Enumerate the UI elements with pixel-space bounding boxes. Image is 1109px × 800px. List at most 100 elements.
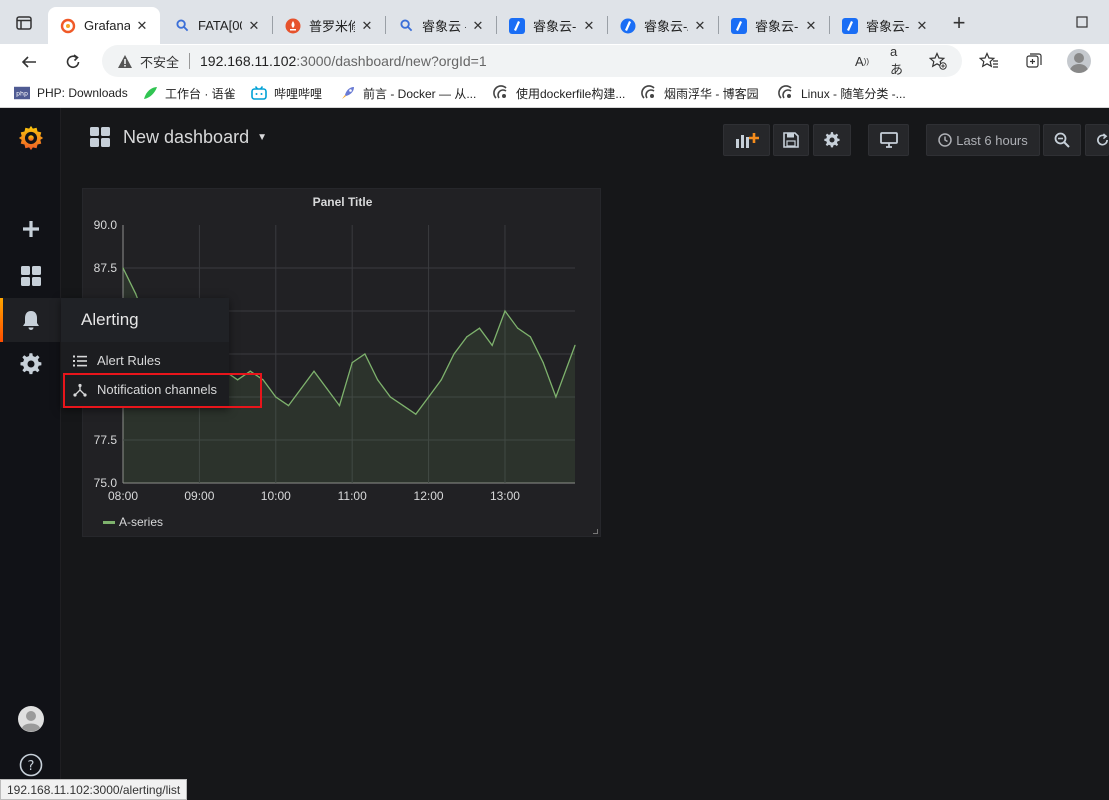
data-point bbox=[466, 336, 468, 338]
tab-title: Grafana bbox=[84, 18, 130, 33]
close-icon[interactable]: ✕ bbox=[134, 18, 150, 34]
refresh-button[interactable] bbox=[60, 49, 86, 75]
favorites-icon[interactable] bbox=[977, 49, 1001, 73]
bookmark-php[interactable]: php PHP: Downloads bbox=[14, 84, 128, 102]
data-point bbox=[440, 379, 442, 381]
tab-ruixiang-3[interactable]: 睿象云- ✕ bbox=[719, 7, 829, 44]
alerting-menu-header[interactable]: Alerting bbox=[61, 298, 229, 342]
close-icon[interactable]: ✕ bbox=[470, 18, 486, 34]
maximize-button[interactable] bbox=[1070, 10, 1094, 34]
legend-item[interactable]: A-series bbox=[103, 515, 163, 529]
tab-actions-icon[interactable] bbox=[12, 11, 36, 35]
svg-text:php: php bbox=[16, 91, 28, 98]
translate-icon[interactable]: aあ bbox=[890, 44, 910, 77]
close-icon[interactable]: ✕ bbox=[359, 18, 375, 34]
tab-grafana[interactable]: Grafana ✕ bbox=[48, 7, 160, 44]
warning-icon bbox=[116, 54, 134, 69]
yuque-icon bbox=[142, 85, 158, 101]
dashboard-title-button[interactable]: New dashboard ▼ bbox=[89, 126, 267, 148]
tab-ruixiang-2[interactable]: 睿象云-/ ✕ bbox=[608, 7, 718, 44]
y-tick-label: 77.5 bbox=[94, 433, 118, 447]
profile-avatar[interactable] bbox=[1067, 49, 1091, 73]
zoom-out-icon bbox=[1054, 132, 1070, 148]
data-point bbox=[517, 327, 519, 329]
data-point bbox=[389, 396, 391, 398]
bookmark-label: 烟雨浮华 - 博客园 bbox=[664, 86, 759, 101]
time-range-label: Last 6 hours bbox=[956, 132, 1028, 148]
tab-fata[interactable]: FATA[000 ✕ bbox=[162, 7, 272, 44]
add-favorite-icon[interactable] bbox=[928, 51, 948, 71]
data-point bbox=[313, 370, 315, 372]
bookmark-docker[interactable]: 前言 - Docker — 从... bbox=[340, 84, 476, 102]
bookmark-label: Linux - 随笔分类 -... bbox=[801, 86, 906, 101]
bookmark-bilibili[interactable]: 哔哩哔哩 bbox=[251, 84, 322, 102]
bookmark-label: 工作台 · 语雀 bbox=[165, 86, 236, 101]
list-icon bbox=[72, 353, 88, 369]
collections-icon[interactable] bbox=[1022, 49, 1046, 73]
ruixiang-icon bbox=[731, 17, 747, 34]
tab-title: 睿象云- bbox=[755, 19, 799, 34]
dashboard-settings-button[interactable] bbox=[813, 124, 851, 156]
close-icon[interactable]: ✕ bbox=[692, 18, 708, 34]
data-point bbox=[377, 379, 379, 381]
x-tick-label: 12:00 bbox=[414, 489, 444, 503]
close-icon[interactable]: ✕ bbox=[803, 18, 819, 34]
bookmarks-bar: php PHP: Downloads 工作台 · 语雀 哔哩哔哩 前言 - Do… bbox=[0, 78, 1109, 108]
dashboards-grid-icon[interactable] bbox=[17, 262, 45, 290]
help-icon[interactable]: ? bbox=[17, 751, 45, 779]
close-icon[interactable]: ✕ bbox=[914, 18, 930, 34]
bell-icon[interactable] bbox=[17, 306, 45, 334]
bookmark-label: 哔哩哔哩 bbox=[274, 86, 323, 101]
save-dashboard-button[interactable] bbox=[773, 124, 809, 156]
bookmark-label: 使用dockerfile构建... bbox=[516, 86, 626, 101]
cnblogs-icon bbox=[641, 85, 657, 101]
gear-icon[interactable] bbox=[17, 350, 45, 378]
x-tick-label: 09:00 bbox=[184, 489, 214, 503]
address-bar[interactable]: 不安全 192.168.11.102:3000/dashboard/new?or… bbox=[102, 44, 962, 77]
user-avatar-icon[interactable] bbox=[17, 705, 45, 733]
tab-prometheus[interactable]: 普罗米修 ✕ bbox=[273, 7, 385, 44]
tab-ruixiang-4[interactable]: 睿象云- ✕ bbox=[830, 7, 940, 44]
bookmark-label: PHP: Downloads bbox=[37, 86, 128, 100]
data-point bbox=[574, 344, 576, 346]
bookmark-dockerfile[interactable]: 使用dockerfile构建... bbox=[493, 84, 625, 102]
bookmark-yuque[interactable]: 工作台 · 语雀 bbox=[142, 84, 236, 102]
zoom-out-button[interactable] bbox=[1043, 124, 1081, 156]
new-tab-button[interactable]: + bbox=[948, 10, 970, 35]
legend-label: A-series bbox=[119, 515, 164, 529]
data-point bbox=[529, 336, 531, 338]
grafana-icon bbox=[60, 18, 76, 34]
x-tick-label: 13:00 bbox=[490, 489, 520, 503]
y-tick-label: 90.0 bbox=[94, 218, 118, 232]
tab-ruixiang-1[interactable]: 睿象云- ✕ bbox=[497, 7, 607, 44]
bookmark-linux[interactable]: Linux - 随笔分类 -... bbox=[778, 84, 906, 102]
prometheus-icon bbox=[285, 18, 301, 34]
data-point bbox=[338, 405, 341, 407]
menu-item-alert-rules[interactable]: Alert Rules bbox=[61, 346, 229, 375]
data-point bbox=[275, 396, 277, 398]
close-icon[interactable]: ✕ bbox=[246, 18, 262, 34]
back-button[interactable] bbox=[16, 49, 42, 75]
tv-mode-button[interactable] bbox=[868, 124, 909, 156]
highlight-annotation bbox=[63, 373, 262, 408]
ruixiang-icon bbox=[509, 17, 525, 34]
plus-icon[interactable] bbox=[17, 215, 45, 243]
panel-resize-handle[interactable] bbox=[593, 529, 598, 534]
status-bar-url: 192.168.11.102:3000/alerting/list bbox=[0, 779, 188, 800]
cnblogs-icon bbox=[493, 85, 509, 101]
read-aloud-icon[interactable]: A)) bbox=[852, 51, 872, 71]
data-point bbox=[402, 405, 404, 407]
gear-icon bbox=[824, 132, 840, 148]
data-point bbox=[504, 310, 506, 312]
data-point bbox=[428, 396, 430, 398]
grafana-logo-icon[interactable] bbox=[17, 124, 45, 152]
bookmark-yanyu[interactable]: 烟雨浮华 - 博客园 bbox=[641, 84, 759, 102]
browser-toolbar: 不安全 192.168.11.102:3000/dashboard/new?or… bbox=[0, 44, 1109, 78]
time-range-picker[interactable]: Last 6 hours bbox=[926, 124, 1040, 156]
close-icon[interactable]: ✕ bbox=[581, 18, 597, 34]
add-panel-button[interactable] bbox=[723, 124, 770, 156]
tab-ruixiang-search[interactable]: 睿象云 - ✕ bbox=[386, 7, 496, 44]
url-text: 192.168.11.102:3000/dashboard/new?orgId=… bbox=[200, 53, 487, 69]
data-point bbox=[478, 327, 481, 329]
refresh-dashboard-button[interactable] bbox=[1085, 124, 1109, 156]
